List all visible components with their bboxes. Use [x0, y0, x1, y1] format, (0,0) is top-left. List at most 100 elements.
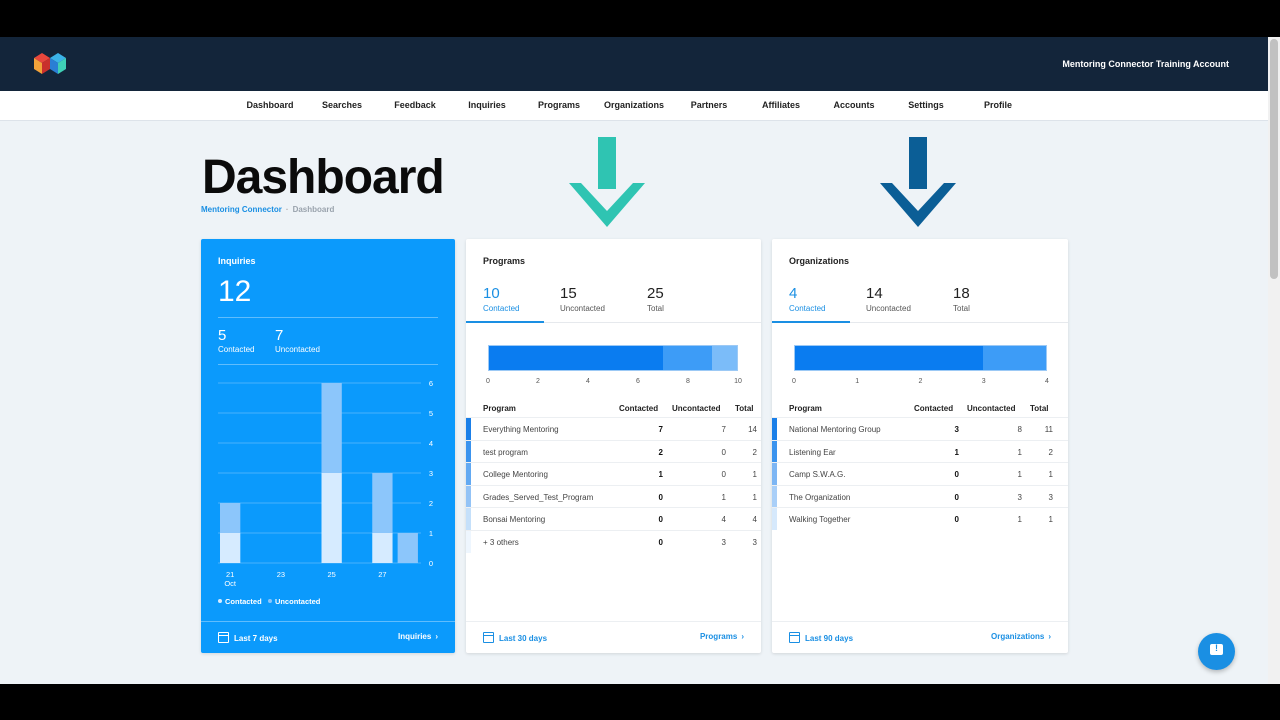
programs-uncontacted-tab[interactable]: 15 Uncontacted	[560, 285, 605, 313]
programs-total-tab[interactable]: 25 Total	[647, 285, 664, 313]
inquiries-range[interactable]: Last 7 days	[218, 632, 278, 643]
y-tick-label: 2	[429, 499, 433, 508]
organizations-footer: Last 90 days Organizations ›	[772, 621, 1068, 653]
row-color-marker	[466, 418, 471, 440]
nav-searches[interactable]: Searches	[306, 100, 378, 110]
bar-contacted[interactable]	[220, 533, 241, 563]
row-name: Grades_Served_Test_Program	[483, 492, 594, 502]
nav-dashboard[interactable]: Dashboard	[234, 100, 306, 110]
organizations-total-tab[interactable]: 18 Total	[953, 285, 970, 313]
bar-tick-label: 0	[792, 378, 796, 385]
row-contacted: 0	[954, 515, 959, 525]
bar-tick-label: 1	[855, 378, 860, 385]
nav-organizations[interactable]: Organizations	[598, 100, 670, 110]
bar-uncontacted[interactable]	[220, 503, 241, 533]
row-color-marker	[772, 508, 777, 531]
row-name: Listening Ear	[789, 447, 836, 457]
organizations-title: Organizations	[789, 256, 850, 266]
table-row[interactable]: + 3 others 0 3 3	[466, 530, 761, 553]
organizations-link[interactable]: Organizations ›	[991, 632, 1051, 641]
chat-button[interactable]	[1198, 633, 1235, 670]
table-row[interactable]: Camp S.W.A.G. 0 1 1	[772, 462, 1068, 486]
account-name[interactable]: Mentoring Connector Training Account	[1062, 59, 1229, 69]
table-row[interactable]: Bonsai Mentoring 0 4 4	[466, 507, 761, 531]
table-row[interactable]: Walking Together 0 1 1	[772, 507, 1068, 531]
row-name: test program	[483, 447, 528, 457]
nav-feedback[interactable]: Feedback	[379, 100, 451, 110]
organizations-uncontacted-tab[interactable]: 14 Uncontacted	[866, 285, 911, 313]
inquiries-legend: Contacted Uncontacted	[218, 597, 320, 606]
chevron-right-icon: ›	[741, 632, 744, 641]
nav-accounts[interactable]: Accounts	[818, 100, 890, 110]
organizations-contacted-tab[interactable]: 4 Contacted	[789, 285, 825, 313]
programs-link[interactable]: Programs ›	[700, 632, 744, 641]
organizations-link-label: Organizations	[990, 632, 1045, 641]
bar-tick-label: 6	[636, 378, 640, 385]
programs-bar	[488, 345, 738, 371]
row-uncontacted: 1	[721, 492, 726, 502]
organizations-range[interactable]: Last 90 days	[789, 632, 853, 643]
bar-contacted[interactable]	[321, 473, 342, 563]
row-contacted: 3	[954, 425, 959, 434]
row-contacted: 0	[658, 538, 663, 547]
inquiries-link[interactable]: Inquiries ›	[398, 632, 438, 641]
inquiries-footer: Last 7 days Inquiries ›	[201, 621, 455, 653]
breadcrumb-separator: ·	[285, 205, 289, 214]
programs-card: Programs 10 Contacted 15 Uncontacted 25 …	[466, 239, 761, 653]
nav-affiliates[interactable]: Affiliates	[745, 100, 817, 110]
table-row[interactable]: Listening Ear 1 1 2	[772, 439, 1068, 463]
table-row[interactable]: Grades_Served_Test_Program 0 1 1	[466, 484, 761, 508]
row-total: 1	[1048, 470, 1053, 480]
bar-uncontacted[interactable]	[321, 383, 342, 473]
programs-title: Programs	[483, 256, 526, 266]
organizations-uncontacted-count: 14	[866, 285, 883, 302]
bar-uncontacted[interactable]	[397, 533, 418, 563]
arrow-down-icon	[880, 137, 956, 227]
bar-segment[interactable]	[795, 346, 984, 370]
row-contacted: 0	[954, 492, 959, 502]
row-uncontacted: 1	[1017, 515, 1022, 525]
breadcrumb-current: Dashboard	[292, 205, 335, 214]
page-scrollbar[interactable]	[1268, 37, 1280, 684]
organizations-bar	[794, 345, 1047, 371]
bar-segment[interactable]	[983, 346, 1046, 370]
organizations-contacted-label: Contacted	[789, 304, 826, 313]
table-row[interactable]: Everything Mentoring 7 7 14	[466, 417, 761, 440]
row-contacted: 0	[954, 470, 959, 480]
nav-settings[interactable]: Settings	[890, 100, 962, 110]
row-total: 14	[748, 425, 757, 434]
nav-programs[interactable]: Programs	[523, 100, 595, 110]
table-row[interactable]: College Mentoring 1 0 1	[466, 462, 761, 486]
bar-uncontacted[interactable]	[372, 473, 393, 533]
programs-total-label: Total	[647, 304, 664, 313]
x-tick-label: 25	[327, 570, 335, 579]
bar-contacted[interactable]	[372, 533, 393, 563]
nav-inquiries[interactable]: Inquiries	[451, 100, 523, 110]
row-color-marker	[772, 463, 777, 486]
inquiries-card: Inquiries 12 5 Contacted 7 Uncontacted 0…	[201, 239, 455, 653]
bar-tick-label: 3	[981, 378, 986, 385]
row-name: Everything Mentoring	[483, 425, 559, 434]
bar-segment[interactable]	[489, 346, 663, 370]
inquiries-range-label: Last 7 days	[234, 634, 278, 643]
programs-contacted-label: Contacted	[483, 304, 520, 313]
programs-contacted-tab[interactable]: 10 Contacted	[483, 285, 519, 313]
row-uncontacted: 4	[721, 515, 726, 525]
nav-profile[interactable]: Profile	[962, 100, 1034, 110]
bar-tick-label: 10	[734, 378, 742, 385]
row-name: National Mentoring Group	[789, 425, 881, 434]
organizations-contacted-count: 4	[789, 285, 798, 302]
breadcrumb-link[interactable]: Mentoring Connector	[201, 205, 282, 214]
logo-icon[interactable]	[32, 50, 72, 78]
row-uncontacted: 7	[721, 425, 726, 434]
row-contacted: 1	[658, 470, 663, 480]
table-row[interactable]: The Organization 0 3 3	[772, 484, 1068, 508]
table-row[interactable]: test program 2 0 2	[466, 439, 761, 463]
table-row[interactable]: National Mentoring Group 3 8 11	[772, 417, 1068, 440]
bar-segment[interactable]	[662, 346, 713, 370]
programs-range[interactable]: Last 30 days	[483, 632, 547, 643]
scrollbar-thumb[interactable]	[1270, 39, 1278, 279]
nav-partners[interactable]: Partners	[673, 100, 745, 110]
programs-uncontacted-label: Uncontacted	[560, 304, 605, 313]
bar-segment[interactable]	[712, 346, 737, 370]
